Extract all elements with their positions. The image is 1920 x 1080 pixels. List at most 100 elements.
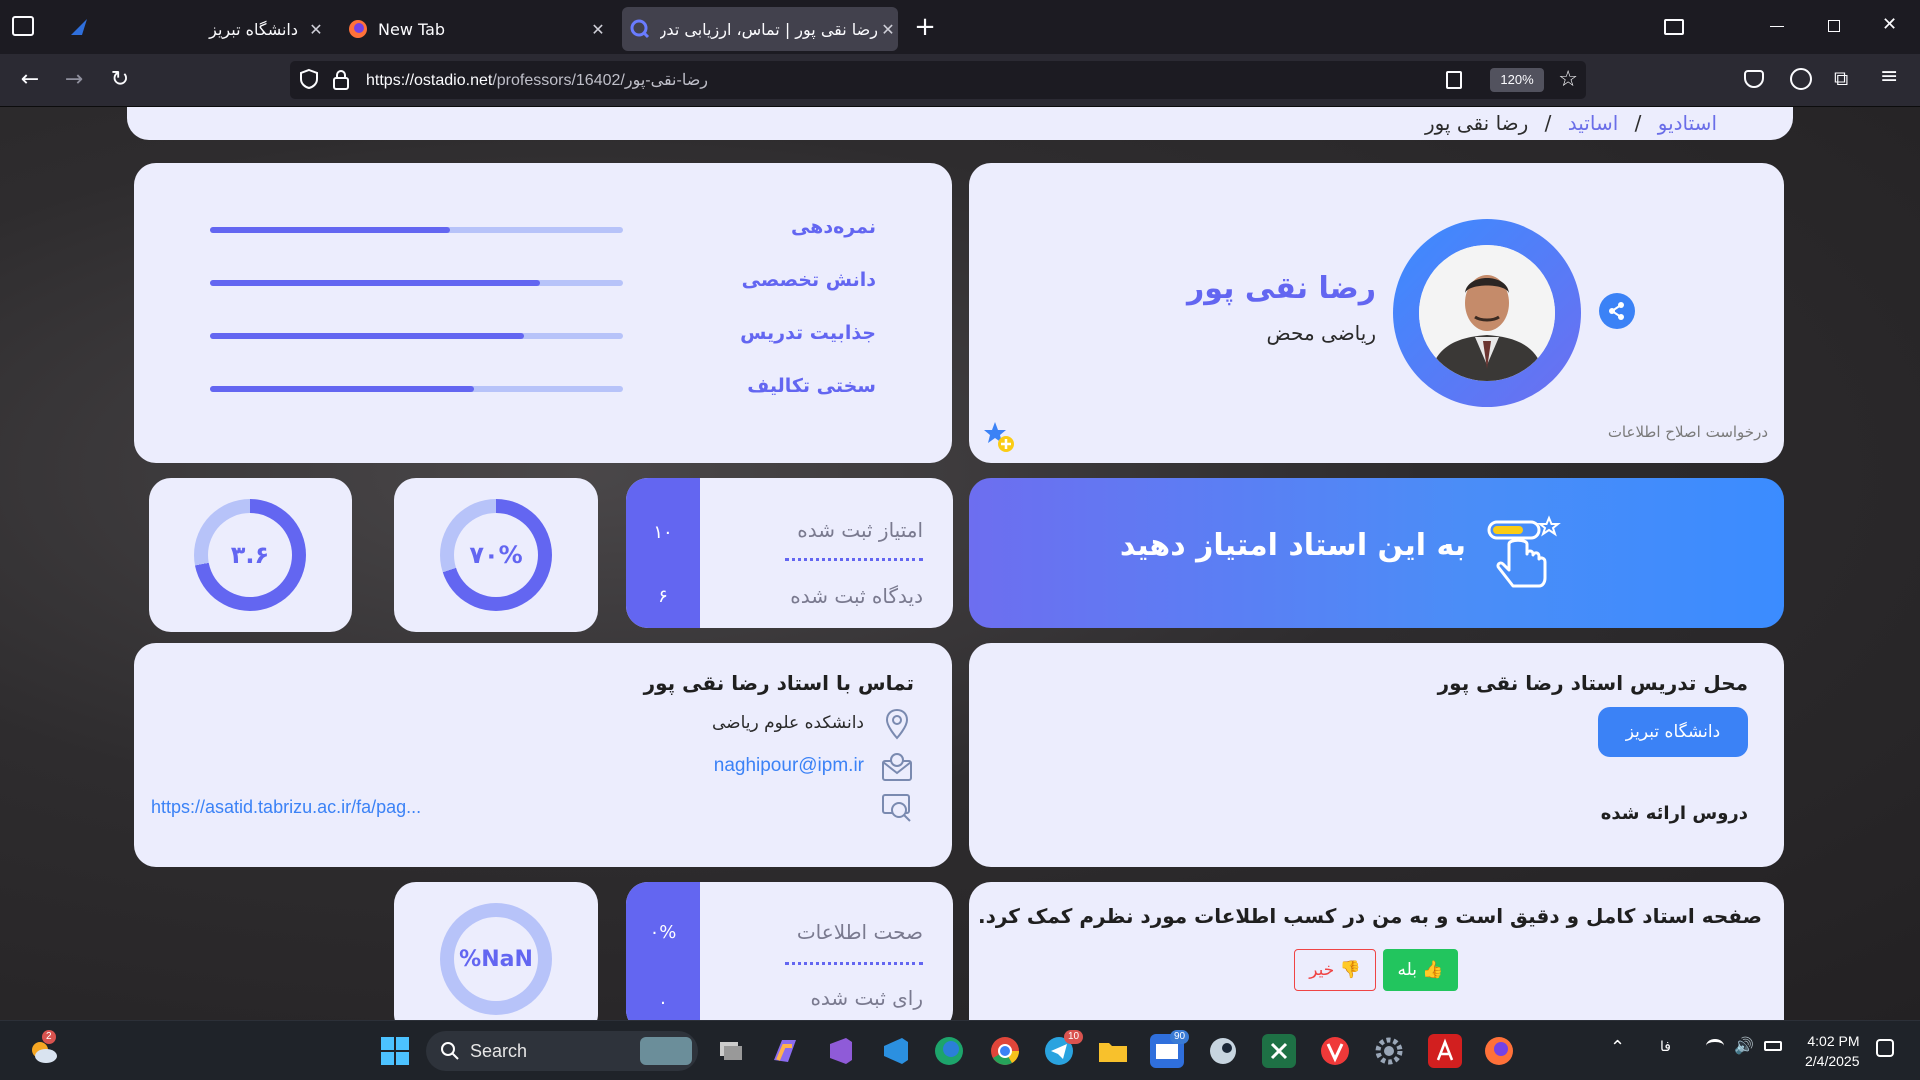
dotted-divider bbox=[785, 962, 923, 965]
star-plus-icon bbox=[984, 422, 1014, 452]
ostadio-favicon-icon bbox=[630, 19, 650, 39]
close-icon[interactable]: ✕ bbox=[306, 20, 326, 39]
search-highlight-icon bbox=[640, 1037, 692, 1065]
tray-overflow-icon[interactable]: ⌃ bbox=[1610, 1037, 1625, 1058]
file-explorer-icon[interactable] bbox=[1096, 1034, 1130, 1068]
teaching-location-title: محل تدریس استاد رضا نقی پور bbox=[1437, 671, 1748, 695]
firefox-icon[interactable] bbox=[1482, 1034, 1516, 1068]
bookmark-star-icon[interactable]: ☆ bbox=[1558, 67, 1578, 92]
rating-assignment-difficulty: سختی تکالیف bbox=[210, 375, 876, 405]
visual-studio-icon[interactable] bbox=[822, 1034, 856, 1068]
satisfaction-donut: ۷۰% bbox=[440, 499, 552, 611]
professor-field: ریاضی محض bbox=[1266, 321, 1376, 345]
breadcrumb-home-link[interactable]: استادیو bbox=[1658, 111, 1717, 135]
mail-badge: 90 bbox=[1170, 1030, 1190, 1044]
rating-bar bbox=[210, 386, 623, 392]
tab-list-icon[interactable] bbox=[12, 16, 34, 36]
tap-rating-icon bbox=[1487, 514, 1567, 594]
window-list-icon[interactable] bbox=[1664, 19, 1684, 35]
forward-button[interactable]: → bbox=[58, 64, 90, 96]
navigation-toolbar: ← → ↻ https://ostadio.net/professors/164… bbox=[0, 54, 1920, 107]
settings-icon[interactable] bbox=[1372, 1034, 1406, 1068]
accuracy-label: صحت اطلاعات bbox=[796, 920, 923, 944]
website-icon bbox=[880, 791, 914, 825]
taskbar-search[interactable]: Search bbox=[426, 1031, 698, 1071]
no-button[interactable]: 👎 خیر bbox=[1294, 949, 1376, 991]
restore-button[interactable] bbox=[1828, 20, 1840, 32]
rating-bar-fill bbox=[210, 280, 541, 286]
breadcrumb-separator: / bbox=[1634, 111, 1642, 135]
pocket-icon[interactable] bbox=[1744, 70, 1764, 88]
shield-icon[interactable] bbox=[298, 68, 320, 90]
chrome-icon[interactable] bbox=[988, 1034, 1022, 1068]
satisfaction-donut-card: ۷۰% bbox=[394, 478, 598, 632]
firefox-view-icon[interactable] bbox=[68, 16, 90, 38]
excel-icon[interactable] bbox=[1262, 1034, 1296, 1068]
average-score-donut-card: ۳.۶ bbox=[149, 478, 352, 632]
edge-icon[interactable] bbox=[932, 1034, 966, 1068]
rating-bar-fill bbox=[210, 386, 475, 392]
wifi-icon[interactable] bbox=[1706, 1039, 1724, 1053]
rating-count-label: امتیاز ثبت شده bbox=[797, 518, 923, 542]
account-icon[interactable] bbox=[1790, 68, 1812, 90]
rating-grading: نمره‌دهی bbox=[210, 216, 876, 246]
copilot-icon[interactable] bbox=[768, 1034, 802, 1068]
task-view-icon[interactable] bbox=[714, 1034, 748, 1068]
edit-request-link[interactable]: درخواست اصلاح اطلاعات bbox=[1608, 423, 1768, 441]
tray-clock[interactable]: 4:02 PM 2/4/2025 bbox=[1805, 1031, 1860, 1071]
rate-professor-button[interactable]: به این استاد امتیاز دهید bbox=[969, 478, 1784, 628]
email-icon bbox=[880, 749, 914, 783]
steam-icon[interactable] bbox=[1206, 1034, 1240, 1068]
reload-button[interactable]: ↻ bbox=[104, 64, 136, 96]
review-count-label: دیدگاه ثبت شده bbox=[790, 584, 923, 608]
back-button[interactable]: ← bbox=[14, 64, 46, 96]
input-language[interactable]: فا bbox=[1660, 1039, 1671, 1055]
telegram-icon[interactable]: 10 bbox=[1042, 1030, 1084, 1068]
url-host: https://ostadio.net bbox=[366, 72, 493, 89]
rating-bar-fill bbox=[210, 333, 524, 339]
minimize-button[interactable] bbox=[1770, 26, 1784, 27]
menu-icon[interactable]: ≡ bbox=[1880, 64, 1898, 89]
add-favorite-button[interactable] bbox=[981, 419, 1017, 455]
close-window-button[interactable]: ✕ bbox=[1882, 14, 1897, 35]
feedback-card: صفحه استاد کامل و دقیق است و به من در کس… bbox=[969, 882, 1784, 1020]
volume-icon[interactable]: 🔊 bbox=[1734, 1036, 1754, 1055]
lock-icon[interactable] bbox=[332, 69, 350, 91]
tab-title: دانشگاه تبریز bbox=[209, 19, 298, 39]
university-button[interactable]: دانشگاه تبریز bbox=[1598, 707, 1748, 757]
weather-badge: 2 bbox=[42, 1030, 56, 1044]
close-icon[interactable]: ✕ bbox=[878, 20, 898, 39]
accuracy-value: ۰% bbox=[649, 922, 677, 943]
tab-tabriz-university[interactable]: دانشگاه تبریز ✕ bbox=[108, 7, 326, 51]
yes-button[interactable]: 👍 بله bbox=[1383, 949, 1458, 991]
tab-ostadio[interactable]: رضا نقی پور | تماس، ارزیابی تدر ✕ bbox=[622, 7, 898, 51]
battery-icon[interactable] bbox=[1764, 1041, 1782, 1051]
extensions-icon[interactable]: ⧉ bbox=[1834, 66, 1848, 90]
average-score-value: ۳.۶ bbox=[208, 513, 292, 597]
share-button[interactable] bbox=[1599, 293, 1635, 329]
rating-teaching-appeal: جذابیت تدریس bbox=[210, 322, 876, 352]
vivaldi-icon[interactable] bbox=[1318, 1034, 1352, 1068]
breadcrumb: استادیو / اساتید / رضا نقی پور bbox=[1425, 111, 1717, 135]
rating-label: نمره‌دهی bbox=[790, 216, 876, 238]
rating-bar bbox=[210, 333, 623, 339]
no-label: خیر bbox=[1309, 960, 1335, 980]
url-bar[interactable]: https://ostadio.net/professors/16402/رضا… bbox=[290, 61, 1586, 99]
url-text[interactable]: https://ostadio.net/professors/16402/رضا… bbox=[366, 70, 708, 90]
vscode-icon[interactable] bbox=[878, 1034, 912, 1068]
accuracy-stats-card: ۰% ۰ صحت اطلاعات رای ثبت شده bbox=[626, 882, 953, 1020]
notification-icon[interactable] bbox=[1876, 1039, 1894, 1057]
contact-email-link[interactable]: naghipour@ipm.ir bbox=[714, 755, 864, 777]
breadcrumb-professors-link[interactable]: اساتید bbox=[1568, 111, 1619, 135]
tab-new-tab[interactable]: New Tab ✕ bbox=[340, 7, 608, 51]
contact-website-link[interactable]: https://asatid.tabrizu.ac.ir/fa/pag... bbox=[151, 797, 421, 818]
reader-view-icon[interactable] bbox=[1446, 71, 1462, 89]
rating-bar-fill bbox=[210, 227, 450, 233]
new-tab-button[interactable]: + bbox=[912, 12, 938, 42]
zoom-level[interactable]: 120% bbox=[1490, 68, 1544, 92]
windows-start-icon[interactable] bbox=[378, 1034, 412, 1068]
acrobat-icon[interactable] bbox=[1428, 1034, 1462, 1068]
mail-icon[interactable]: 90 bbox=[1150, 1030, 1190, 1068]
weather-icon[interactable]: 2 bbox=[26, 1030, 60, 1068]
close-icon[interactable]: ✕ bbox=[588, 20, 608, 39]
